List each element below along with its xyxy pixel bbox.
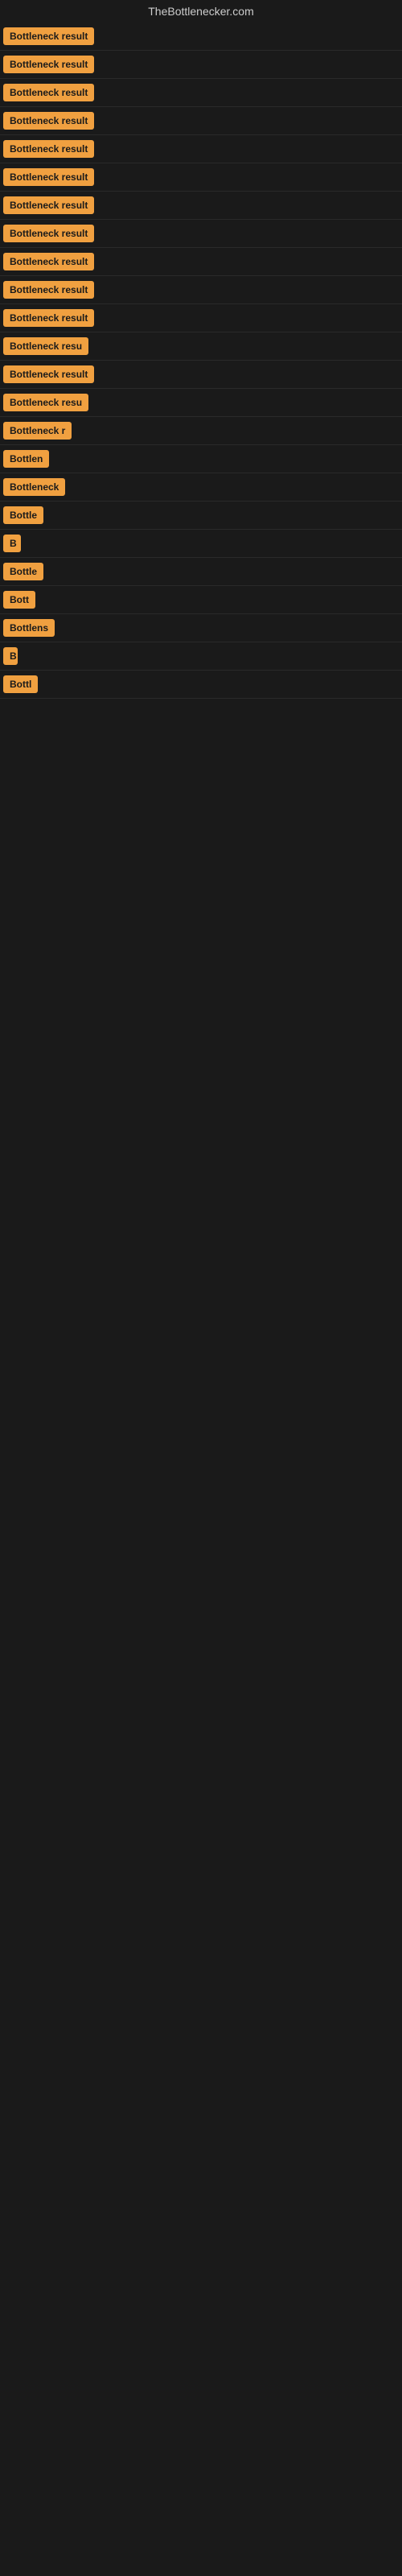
bottleneck-result-badge[interactable]: Bottleneck result	[3, 253, 94, 270]
row-content: Bottleneck resu	[3, 394, 399, 411]
list-item: Bottleneck result	[0, 192, 402, 220]
list-item: Bottleneck result	[0, 23, 402, 51]
bottleneck-result-badge[interactable]: Bottleneck result	[3, 281, 94, 299]
bottleneck-result-badge[interactable]: Bottleneck resu	[3, 337, 88, 355]
bottleneck-result-badge[interactable]: Bottle	[3, 563, 43, 580]
list-item: Bottleneck result	[0, 51, 402, 79]
list-item: Bottl	[0, 671, 402, 699]
list-item: Bottleneck result	[0, 248, 402, 276]
row-content: Bottleneck	[3, 478, 399, 496]
bottleneck-result-badge[interactable]: Bottleneck r	[3, 422, 72, 440]
bottleneck-result-badge[interactable]: Bottleneck result	[3, 27, 94, 45]
row-content: Bottl	[3, 675, 399, 693]
row-content: Bottleneck result	[3, 196, 399, 214]
bottleneck-result-badge[interactable]: Bottlen	[3, 450, 49, 468]
list-item: Bottleneck resu	[0, 389, 402, 417]
list-item: Bottleneck resu	[0, 332, 402, 361]
list-item: B	[0, 642, 402, 671]
bottleneck-result-badge[interactable]: Bottleneck result	[3, 365, 94, 383]
list-item: Bottleneck r	[0, 417, 402, 445]
bottleneck-result-badge[interactable]: B	[3, 647, 18, 665]
row-content: Bott	[3, 591, 399, 609]
bottleneck-result-badge[interactable]: Bottleneck resu	[3, 394, 88, 411]
list-item: Bottlens	[0, 614, 402, 642]
bottleneck-result-badge[interactable]: Bott	[3, 591, 35, 609]
bottleneck-result-badge[interactable]: Bottleneck result	[3, 168, 94, 186]
row-content: Bottlens	[3, 619, 399, 637]
bottleneck-result-badge[interactable]: Bottleneck result	[3, 112, 94, 130]
row-content: Bottle	[3, 563, 399, 580]
bottleneck-result-badge[interactable]: Bottleneck result	[3, 140, 94, 158]
list-item: Bottleneck result	[0, 79, 402, 107]
row-content: Bottleneck result	[3, 225, 399, 242]
row-content: Bottleneck result	[3, 27, 399, 45]
bottleneck-result-badge[interactable]: Bottl	[3, 675, 38, 693]
list-item: Bottle	[0, 502, 402, 530]
list-item: Bottleneck result	[0, 220, 402, 248]
row-content: Bottleneck result	[3, 309, 399, 327]
bottleneck-result-badge[interactable]: Bottlens	[3, 619, 55, 637]
row-content: Bottleneck result	[3, 56, 399, 73]
row-content: Bottleneck resu	[3, 337, 399, 355]
bottleneck-result-badge[interactable]: Bottleneck result	[3, 56, 94, 73]
bottleneck-result-badge[interactable]: Bottleneck	[3, 478, 65, 496]
row-content: Bottlen	[3, 450, 399, 468]
list-item: Bottleneck result	[0, 107, 402, 135]
bottleneck-result-badge[interactable]: Bottleneck result	[3, 84, 94, 101]
list-item: Bott	[0, 586, 402, 614]
list-item: Bottleneck result	[0, 304, 402, 332]
row-content: B	[3, 647, 399, 665]
row-content: Bottle	[3, 506, 399, 524]
list-item: Bottle	[0, 558, 402, 586]
list-item: Bottleneck result	[0, 276, 402, 304]
row-content: Bottleneck result	[3, 168, 399, 186]
row-content: Bottleneck r	[3, 422, 399, 440]
row-content: Bottleneck result	[3, 140, 399, 158]
bottleneck-result-badge[interactable]: Bottleneck result	[3, 196, 94, 214]
row-content: Bottleneck result	[3, 365, 399, 383]
row-content: Bottleneck result	[3, 84, 399, 101]
row-content: Bottleneck result	[3, 253, 399, 270]
bottleneck-result-badge[interactable]: Bottle	[3, 506, 43, 524]
bottleneck-result-badge[interactable]: B	[3, 535, 21, 552]
row-content: B	[3, 535, 399, 552]
list-item: Bottleneck	[0, 473, 402, 502]
site-title: TheBottlenecker.com	[0, 0, 402, 23]
row-content: Bottleneck result	[3, 281, 399, 299]
list-item: B	[0, 530, 402, 558]
bottleneck-result-badge[interactable]: Bottleneck result	[3, 225, 94, 242]
list-item: Bottleneck result	[0, 163, 402, 192]
row-content: Bottleneck result	[3, 112, 399, 130]
list-item: Bottleneck result	[0, 361, 402, 389]
bottleneck-result-badge[interactable]: Bottleneck result	[3, 309, 94, 327]
list-item: Bottleneck result	[0, 135, 402, 163]
list-item: Bottlen	[0, 445, 402, 473]
